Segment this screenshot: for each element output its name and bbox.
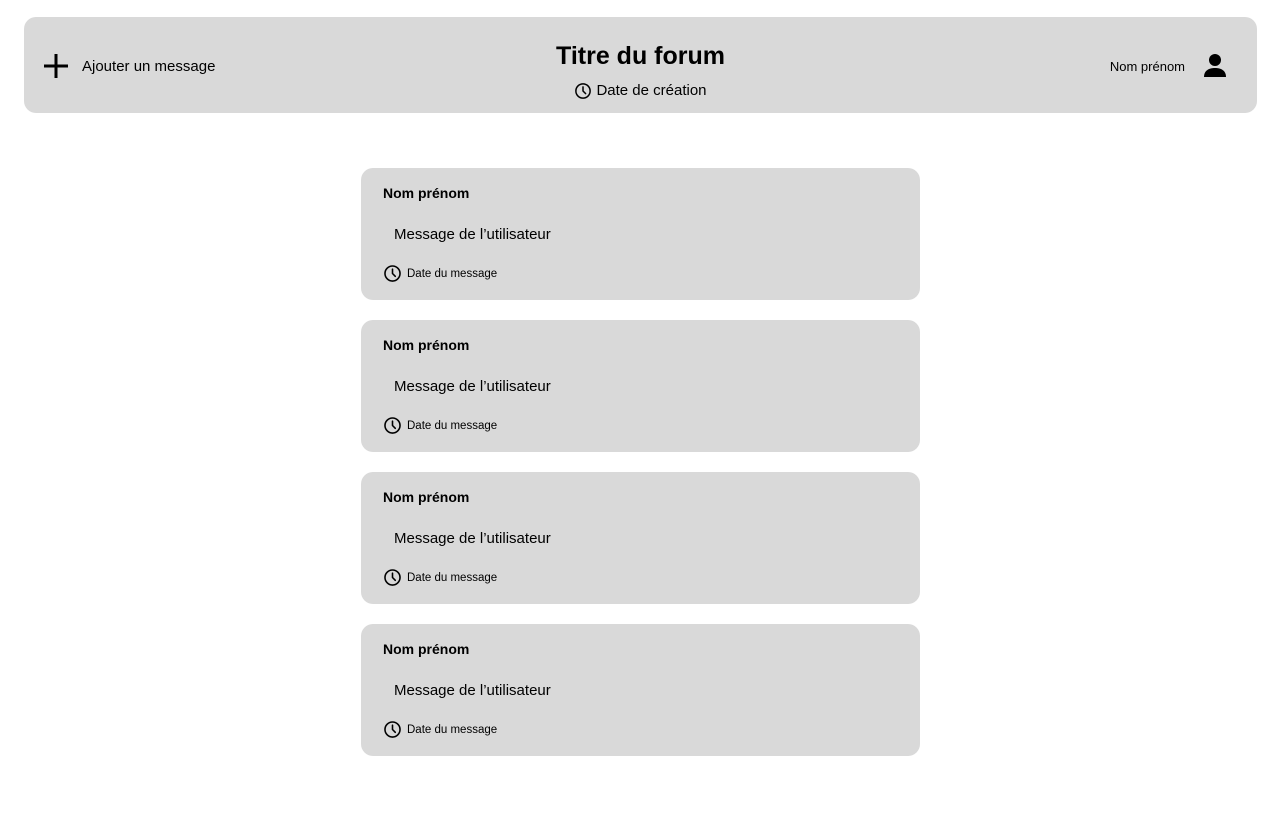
clock-icon xyxy=(575,83,592,99)
message-date: Date du message xyxy=(383,416,497,435)
message-list: Nom prénom Message de l’utilisateur Date… xyxy=(361,168,920,776)
message-date: Date du message xyxy=(383,720,497,739)
message-author: Nom prénom xyxy=(383,641,470,657)
message-card: Nom prénom Message de l’utilisateur Date… xyxy=(361,168,920,300)
message-card: Nom prénom Message de l’utilisateur Date… xyxy=(361,624,920,756)
clock-icon xyxy=(384,417,401,434)
clock-icon xyxy=(384,721,401,738)
message-card: Nom prénom Message de l’utilisateur Date… xyxy=(361,320,920,452)
creation-date: Date de création xyxy=(24,82,1257,100)
message-text: Message de l’utilisateur xyxy=(394,530,551,547)
message-author: Nom prénom xyxy=(383,337,470,353)
message-date: Date du message xyxy=(383,568,497,587)
page-title: Titre du forum xyxy=(556,42,725,70)
message-author: Nom prénom xyxy=(383,489,470,505)
user-menu[interactable]: Nom prénom xyxy=(1110,50,1231,82)
message-date-label: Date du message xyxy=(407,267,498,280)
message-card: Nom prénom Message de l’utilisateur Date… xyxy=(361,472,920,604)
message-text: Message de l’utilisateur xyxy=(394,226,551,243)
user-name: Nom prénom xyxy=(1109,58,1185,74)
creation-date-label: Date de création xyxy=(596,82,707,99)
user-icon[interactable] xyxy=(1199,50,1231,82)
clock-icon xyxy=(384,265,401,282)
clock-icon xyxy=(384,569,401,586)
message-text: Message de l’utilisateur xyxy=(394,682,551,699)
forum-header: Ajouter un message Titre du forum Date d… xyxy=(24,17,1257,113)
message-date-label: Date du message xyxy=(407,723,498,736)
message-author: Nom prénom xyxy=(383,185,470,201)
message-date-label: Date du message xyxy=(407,571,498,584)
message-date-label: Date du message xyxy=(407,419,498,432)
message-date: Date du message xyxy=(383,264,497,283)
message-text: Message de l’utilisateur xyxy=(394,378,551,395)
